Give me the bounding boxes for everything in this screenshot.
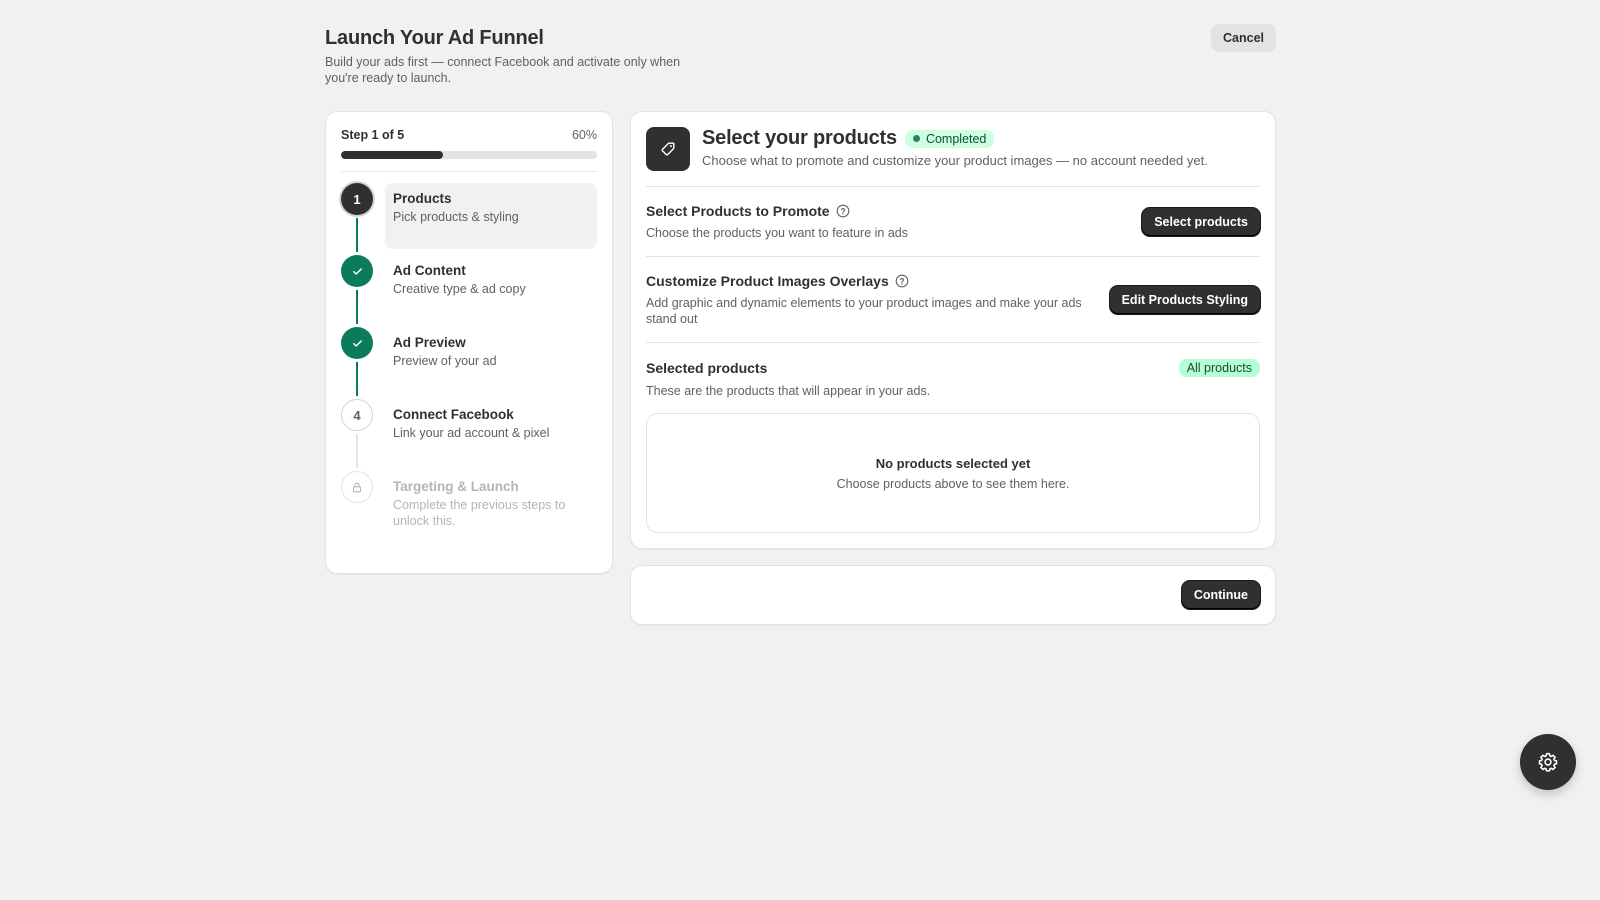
step-connect-facebook[interactable]: 4 Connect Facebook Link your ad account … — [341, 399, 597, 471]
step-number-badge: 1 — [341, 183, 373, 215]
status-badge: Completed — [904, 129, 995, 148]
check-icon — [341, 255, 373, 287]
customize-overlays-section: Customize Product Images Overlays Add gr… — [646, 257, 1260, 343]
step-title: Connect Facebook — [393, 407, 514, 422]
all-products-badge: All products — [1178, 359, 1260, 377]
step-title: Ad Content — [393, 263, 466, 278]
page-header: Launch Your Ad Funnel Build your ads fir… — [325, 24, 1276, 86]
progress-bar — [341, 151, 597, 159]
stepper-card: Step 1 of 5 60% 1 Products Pick products… — [325, 111, 613, 574]
step-list: 1 Products Pick products & styling Ad Co… — [341, 183, 597, 543]
empty-state-desc: Choose products above to see them here. — [836, 476, 1070, 491]
edit-products-styling-button[interactable]: Edit Products Styling — [1109, 286, 1260, 314]
select-products-desc: Choose the products you want to feature … — [646, 226, 908, 240]
step-title: Ad Preview — [393, 335, 466, 350]
step-desc: Complete the previous steps to unlock th… — [393, 498, 566, 528]
customize-overlays-title: Customize Product Images Overlays — [646, 273, 889, 289]
step-count: Step 1 of 5 — [341, 128, 405, 142]
status-badge-label: Completed — [925, 131, 987, 146]
step-title: Targeting & Launch — [393, 479, 519, 494]
select-products-title: Select Products to Promote — [646, 203, 830, 219]
customize-overlays-desc: Add graphic and dynamic elements to your… — [646, 296, 1082, 326]
cancel-button[interactable]: Cancel — [1211, 24, 1276, 52]
section-description: Choose what to promote and customize you… — [702, 153, 1208, 168]
empty-state-title: No products selected yet — [875, 455, 1031, 471]
selected-products-desc: These are the products that will appear … — [646, 384, 931, 398]
step-number-badge: 4 — [341, 399, 373, 431]
step-targeting-launch: Targeting & Launch Complete the previous… — [341, 471, 597, 543]
help-icon[interactable] — [836, 204, 850, 218]
step-connector — [356, 434, 358, 468]
check-icon — [341, 327, 373, 359]
page-subtitle: Build your ads first — connect Facebook … — [325, 55, 681, 85]
products-card: Select your products Completed Choose wh… — [630, 111, 1276, 549]
step-connector — [356, 290, 358, 324]
section-title: Select your products — [702, 127, 897, 149]
empty-state: No products selected yet Choose products… — [646, 413, 1260, 533]
select-products-button[interactable]: Select products — [1142, 208, 1260, 236]
settings-fab-button[interactable] — [1520, 734, 1576, 790]
step-connector — [356, 362, 358, 396]
status-dot — [912, 135, 920, 142]
footer-card: Continue — [630, 565, 1276, 625]
lock-icon — [341, 471, 373, 503]
page-title: Launch Your Ad Funnel — [325, 27, 544, 49]
settings-icon — [1538, 752, 1558, 772]
help-icon[interactable] — [895, 274, 909, 288]
step-desc: Pick products & styling — [393, 210, 519, 224]
step-products[interactable]: 1 Products Pick products & styling — [341, 183, 597, 255]
selected-products-title: Selected products — [646, 360, 768, 376]
progress-percent: 60% — [571, 128, 597, 142]
step-connector — [356, 218, 358, 252]
step-ad-content[interactable]: Ad Content Creative type & ad copy — [341, 255, 597, 327]
select-products-section: Select Products to Promote Choose the pr… — [646, 187, 1260, 257]
selected-products-section: Selected products All products These are… — [646, 343, 1260, 533]
step-desc: Creative type & ad copy — [393, 282, 526, 296]
continue-button[interactable]: Continue — [1181, 581, 1260, 609]
page: Launch Your Ad Funnel Build your ads fir… — [325, 24, 1276, 625]
step-ad-preview[interactable]: Ad Preview Preview of your ad — [341, 327, 597, 399]
divider — [341, 171, 597, 172]
progress-fill — [341, 151, 444, 159]
step-title: Products — [393, 191, 452, 206]
tag-icon — [646, 127, 690, 171]
step-desc: Link your ad account & pixel — [393, 426, 550, 440]
step-desc: Preview of your ad — [393, 354, 497, 368]
